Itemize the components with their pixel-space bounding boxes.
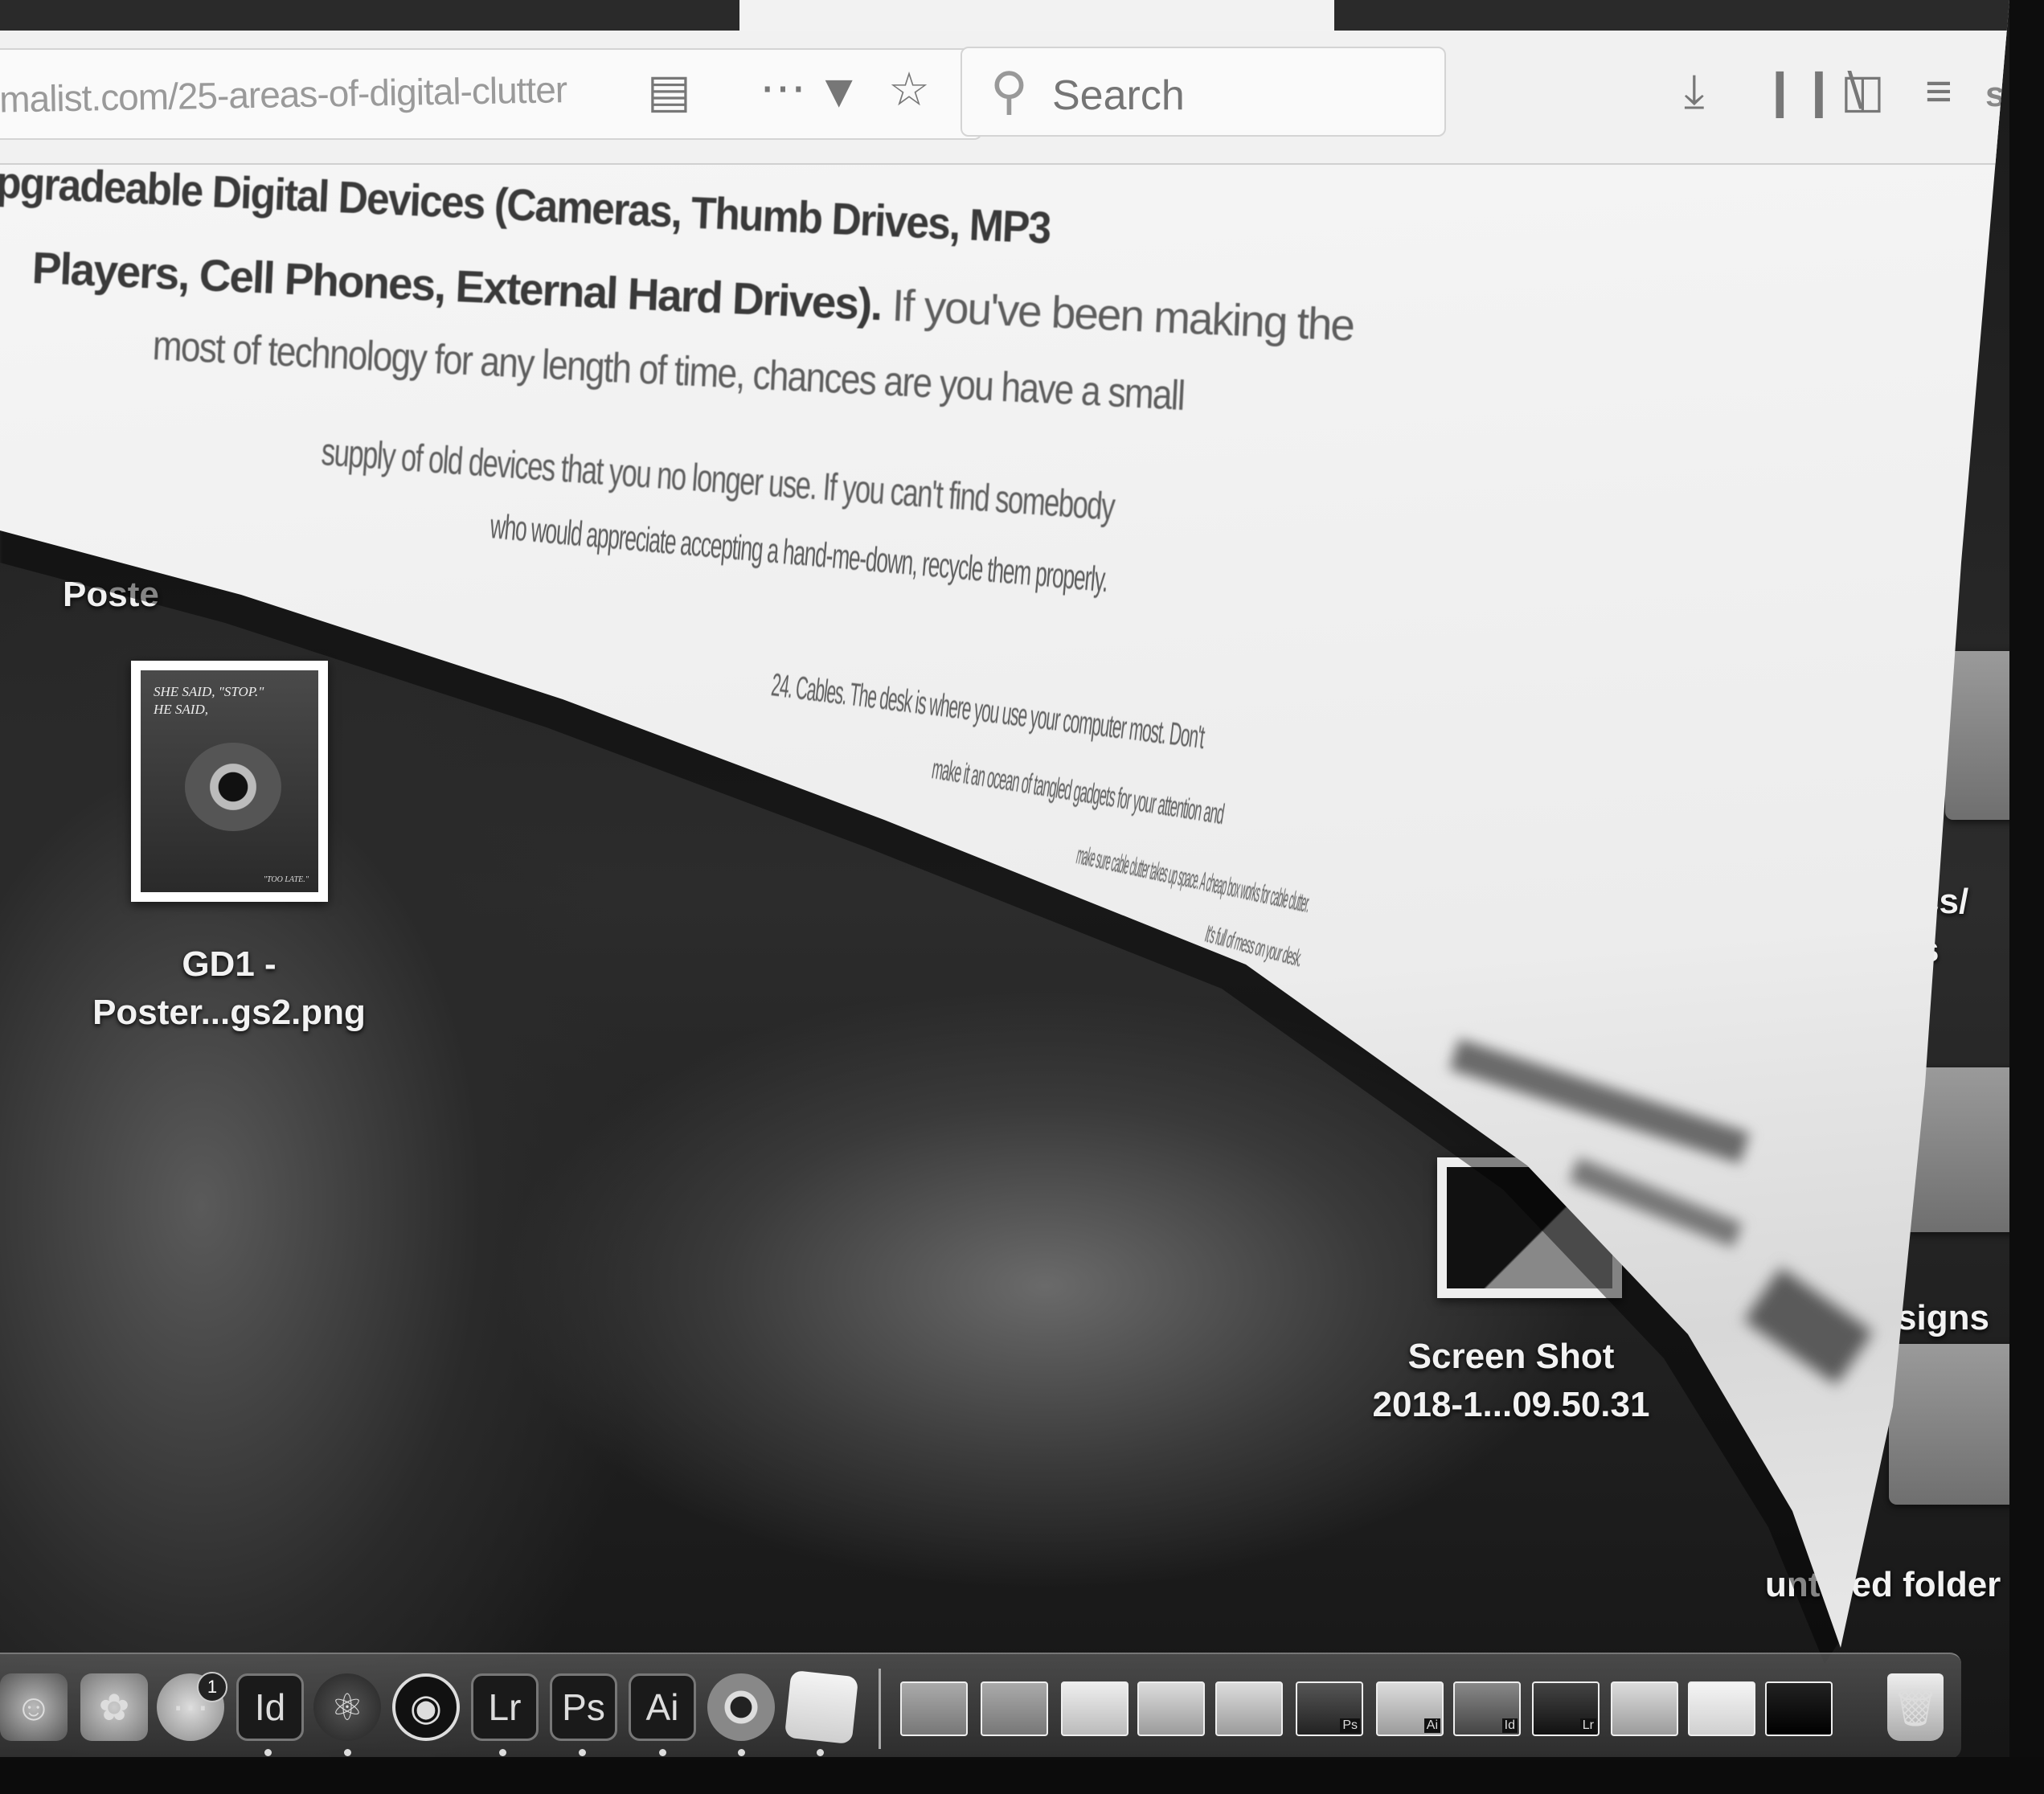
untitled-folder-icon[interactable] [1889, 1344, 2021, 1505]
ps-tag: Ps [1340, 1718, 1360, 1733]
printer-icon[interactable] [1061, 1681, 1129, 1736]
running-indicator [499, 1749, 506, 1756]
illustrator-icon[interactable]: Ai [629, 1673, 696, 1741]
search-icon: ⚲ [990, 62, 1028, 120]
dark-window-thumbnail[interactable] [1765, 1681, 1833, 1736]
article-line-8: make sure cable clutter takes up space. … [1074, 840, 1313, 918]
url-bar[interactable]: imalist.com/25-areas-of-digital-clutter … [0, 48, 982, 140]
poster-thumb-caption: SHE SAID, "STOP." HE SAID, [154, 684, 264, 717]
screenshot-file-label-line1: Screen Shot [1407, 1337, 1615, 1376]
notification-badge: 1 [197, 1672, 227, 1702]
screen-bezel-bottom [0, 1757, 2044, 1794]
keyboard-window-icon[interactable] [1137, 1681, 1205, 1736]
running-indicator [579, 1749, 586, 1756]
running-indicator [659, 1749, 666, 1756]
url-text: imalist.com/25-areas-of-digital-clutter [0, 68, 567, 121]
notes-window-thumbnail[interactable] [1688, 1681, 1755, 1736]
lr-tag: Lr [1579, 1718, 1596, 1733]
running-indicator [264, 1749, 272, 1756]
curl-smear-3 [1743, 1268, 1874, 1385]
poster-file-label-line1: GD1 - [182, 944, 276, 984]
dock: ☺ ✿ ⋯ 1 Id ⚛ ◉ Lr Ps Ai Ps Ai Id Lr 🗑 [0, 1653, 1961, 1759]
running-indicator [738, 1749, 745, 1756]
ps-window-thumbnail[interactable]: Ps [1296, 1681, 1363, 1736]
id-window-thumbnail[interactable]: Id [1453, 1681, 1521, 1736]
ai-tag: Ai [1423, 1718, 1440, 1733]
bookmark-star-icon[interactable]: ☆ [888, 66, 930, 114]
trash-icon[interactable]: 🗑 [1887, 1673, 1944, 1741]
article-line-4: supply of old devices that you no longer… [320, 431, 1116, 529]
atom-icon[interactable]: ⚛ [313, 1673, 381, 1741]
curl-smear-2 [1569, 1157, 1743, 1248]
poster-file-label[interactable]: GD1 - Poster...gs2.png [48, 940, 410, 1037]
photos-icon[interactable]: ✿ [80, 1673, 148, 1741]
dock-separator [879, 1669, 881, 1749]
search-box[interactable]: ⚲ [961, 47, 1446, 137]
poster-file-label-line2: Poster...gs2.png [92, 993, 366, 1032]
search-input[interactable] [1051, 71, 1423, 121]
indesign-icon[interactable]: Id [236, 1673, 304, 1741]
documents-folder-icon[interactable] [981, 1681, 1048, 1736]
menu-icon[interactable]: ≡ [1925, 68, 1952, 116]
article-line-2-rest: If you've been making the [880, 279, 1355, 350]
lr-window-thumbnail[interactable]: Lr [1532, 1681, 1600, 1736]
notes-icon[interactable] [784, 1669, 859, 1745]
article-line-1: Upgradeable Digital Devices (Cameras, Th… [0, 154, 1051, 254]
sidebar-icon[interactable]: ◫ [1841, 68, 1885, 116]
poster-thumb-footer: "TOO LATE." [263, 875, 309, 884]
tab-active[interactable] [739, 0, 1334, 31]
chrome-icon[interactable] [707, 1673, 775, 1741]
more-actions-icon[interactable]: ⋯ [760, 64, 806, 113]
lightroom-icon[interactable]: Lr [471, 1673, 539, 1741]
finder-icon[interactable]: ☺ [0, 1673, 68, 1741]
github-icon[interactable]: ◉ [392, 1673, 460, 1741]
screenshot-file-label[interactable]: Screen Shot 2018-1...09.50.31 [1318, 1333, 1704, 1429]
article-line-7: make it an ocean of tangled gadgets for … [929, 752, 1227, 831]
screenshot-file-label-line2: 2018-1...09.50.31 [1372, 1385, 1650, 1424]
article-line-1-bold: Upgradeable Digital Devices (Cameras, Th… [0, 155, 1051, 253]
window-thumbnail-icon[interactable] [1215, 1681, 1283, 1736]
eye-image [185, 743, 281, 831]
photoshop-icon[interactable]: Ps [550, 1673, 617, 1741]
applications-folder-icon[interactable] [900, 1681, 968, 1736]
tab-strip [0, 0, 2009, 31]
download-icon[interactable]: ⤓ [1684, 68, 1705, 116]
ai-window-thumbnail[interactable]: Ai [1376, 1681, 1444, 1736]
browser-toolbar: imalist.com/25-areas-of-digital-clutter … [0, 31, 2009, 165]
reader-view-icon[interactable]: ▤ [647, 68, 691, 116]
poster-file-icon[interactable]: SHE SAID, "STOP." HE SAID, "TOO LATE." [131, 661, 328, 902]
running-indicator [817, 1749, 824, 1756]
article-line-2-bold: Players, Cell Phones, External Hard Driv… [31, 242, 883, 330]
article-line-6: 24. Cables. The desk is where you use yo… [769, 667, 1206, 756]
running-indicator [344, 1749, 351, 1756]
pocket-icon[interactable]: ▼ [816, 68, 862, 116]
folder-label-signs[interactable]: signs [1897, 1294, 1989, 1342]
screen-bezel-right [2009, 0, 2044, 1757]
chrome-window-thumbnail[interactable] [1611, 1681, 1678, 1736]
id-tag: Id [1501, 1718, 1518, 1733]
